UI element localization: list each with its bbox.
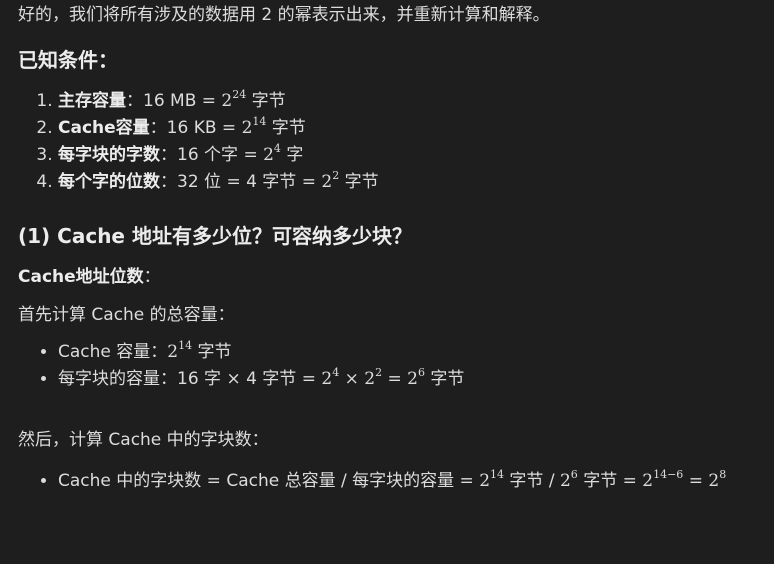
math-base: 2 (559, 471, 571, 491)
bullet-text: 字节 / (504, 471, 560, 491)
math-base: 2 (321, 369, 333, 389)
item-sep: ： (160, 172, 177, 192)
math-base: 2 (642, 471, 654, 491)
paragraph-2: 然后，计算 Cache 中的字块数： (18, 430, 269, 450)
item-sep: ： (149, 118, 167, 138)
item-label: Cache容量 (58, 118, 150, 138)
math-base: 2 (364, 369, 376, 389)
known-list: 主存容量：16 MB = 224 字节 Cache容量：16 KB = 214 … (18, 88, 764, 196)
math-base: 2 (479, 471, 491, 491)
list-item: 每字块的字数：16 个字 = 24 字 (58, 142, 764, 169)
known-heading: 已知条件： (18, 48, 118, 72)
math-base: 2 (321, 172, 333, 192)
math-exp: 8 (719, 468, 727, 481)
bullet-unit: 字节 (192, 342, 232, 362)
bullet-text: Cache 容量： (58, 342, 168, 362)
addr-label: Cache地址位数 (18, 267, 144, 287)
section1-heading: (1) Cache 地址有多少位？可容纳多少块？ (18, 224, 412, 248)
intro-text: 好的，我们将所有涉及的数据用 2 的幂表示出来，并重新计算和解释。 (18, 5, 550, 25)
capacity-bullets: Cache 容量：214 字节 每字块的容量：16 字 × 4 字节 = 24 … (18, 339, 764, 393)
chat-message: 好的，我们将所有涉及的数据用 2 的幂表示出来，并重新计算和解释。 已知条件： … (18, 0, 764, 495)
math-exp: 24 (232, 88, 247, 101)
item-text: 16 KB = (166, 118, 242, 138)
math-base: 2 (708, 471, 720, 491)
item-text: 16 个字 = (177, 145, 264, 165)
math-exp: 14 (252, 115, 267, 128)
bullet-text: Cache 中的字块数 = Cache 总容量 / 每字块的容量 = (58, 471, 480, 491)
item-text: 32 位 = 4 字节 = (177, 172, 322, 192)
math-exp: 6 (570, 468, 578, 481)
math-equals: = (382, 369, 408, 389)
item-sep: ： (126, 91, 143, 111)
item-unit: 字节 (339, 172, 379, 192)
item-unit: 字 (280, 145, 304, 165)
item-unit: 字节 (246, 91, 286, 111)
bullet-unit: 字节 (424, 369, 465, 389)
math-exp: 14 (490, 468, 505, 481)
math-base: 2 (241, 118, 253, 138)
item-label: 每字块的字数 (58, 145, 160, 165)
list-item: 主存容量：16 MB = 224 字节 (58, 88, 764, 115)
item-text: 16 MB = (143, 91, 222, 111)
math-exp: 4 (273, 142, 281, 155)
list-item: Cache容量：16 KB = 214 字节 (58, 115, 764, 142)
math-equals: = (683, 471, 709, 491)
list-item: Cache 中的字块数 = Cache 总容量 / 每字块的容量 = 214 字… (58, 468, 764, 495)
math-base: 2 (407, 369, 418, 389)
item-label: 主存容量 (58, 91, 126, 111)
paragraph-1: 首先计算 Cache 的总容量： (18, 305, 235, 325)
math-exp: 6 (417, 366, 425, 379)
addr-label-line: Cache地址位数： (18, 264, 764, 294)
item-label: 每个字的位数 (58, 172, 160, 192)
math-base: 2 (263, 145, 274, 165)
item-sep: ： (160, 145, 177, 165)
block-count-bullets: Cache 中的字块数 = Cache 总容量 / 每字块的容量 = 214 字… (18, 468, 764, 495)
math-times: × (339, 369, 365, 389)
list-item: 每个字的位数：32 位 = 4 字节 = 22 字节 (58, 169, 764, 196)
addr-label-sep: ： (143, 267, 161, 287)
list-item: 每字块的容量：16 字 × 4 字节 = 24 × 22 = 26 字节 (58, 366, 764, 393)
item-unit: 字节 (266, 118, 306, 138)
math-base: 2 (221, 91, 233, 111)
math-base: 2 (167, 342, 179, 362)
bullet-text: 每字块的容量：16 字 × 4 字节 = (58, 369, 322, 389)
bullet-text: 字节 = (577, 471, 643, 491)
math-exp: 14−6 (653, 468, 684, 481)
math-exp: 14 (178, 339, 193, 352)
list-item: Cache 容量：214 字节 (58, 339, 764, 366)
